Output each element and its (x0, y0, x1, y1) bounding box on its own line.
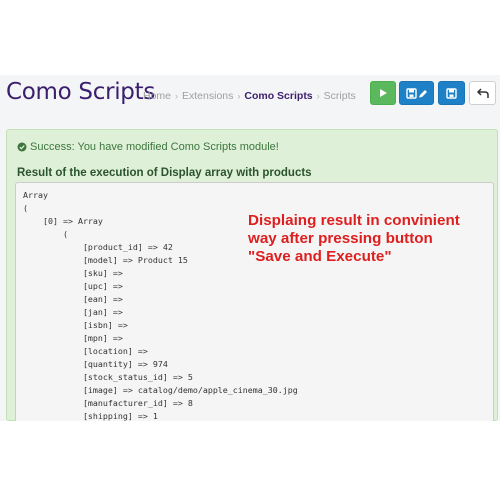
save-icon (446, 87, 457, 99)
back-arrow-icon (476, 87, 489, 98)
breadcrumb-home[interactable]: Home (143, 90, 171, 102)
code-line: [stock_status_id] => 5 (23, 372, 193, 382)
back-button[interactable] (469, 81, 496, 105)
success-message-text: Success: You have modified Como Scripts … (30, 141, 279, 153)
save-and-execute-button[interactable] (399, 81, 434, 105)
check-circle-icon (17, 142, 27, 152)
play-icon (380, 89, 387, 97)
code-line: [jan] => (23, 307, 123, 317)
save-button[interactable] (438, 81, 465, 105)
code-line: Array (23, 190, 48, 200)
annotation-line: "Save and Execute" (248, 248, 392, 265)
annotation-line: Displaing result in convinient (248, 212, 460, 229)
code-line: ( (23, 229, 68, 239)
code-line: [mpn] => (23, 333, 123, 343)
breadcrumb-separator: › (316, 91, 320, 101)
breadcrumb-extensions[interactable]: Extensions (182, 90, 233, 102)
code-line: [ean] => (23, 294, 123, 304)
annotation-line: way after pressing button (248, 230, 433, 247)
breadcrumb-como-scripts[interactable]: Como Scripts (244, 90, 312, 102)
annotation-callout: Displaing result in convinient way after… (248, 212, 498, 266)
code-line: [isbn] => (23, 320, 128, 330)
code-line: [model] => Product 15 (23, 255, 188, 265)
breadcrumb-separator: › (175, 91, 179, 101)
breadcrumb-scripts[interactable]: Scripts (324, 90, 356, 102)
breadcrumb-separator: › (237, 91, 241, 101)
code-line: [0] => Array (23, 216, 103, 226)
code-line: [shipping] => 1 (23, 411, 158, 421)
code-line: [manufacturer_id] => 8 (23, 398, 193, 408)
execute-button[interactable] (370, 81, 396, 105)
code-line: [sku] => (23, 268, 123, 278)
code-line: [upc] => (23, 281, 123, 291)
code-line: [location] => (23, 346, 148, 356)
code-line: [quantity] => 974 (23, 359, 168, 369)
breadcrumb: Home › Extensions › Como Scripts › Scripts (143, 90, 356, 102)
page-title: Como Scripts (6, 79, 156, 105)
code-line: [image] => catalog/demo/apple_cinema_30.… (23, 385, 298, 395)
code-line: ( (23, 203, 28, 213)
result-title: Result of the execution of Display array… (17, 167, 312, 179)
success-message: Success: You have modified Como Scripts … (17, 141, 279, 153)
code-line: [product_id] => 42 (23, 242, 173, 252)
save-edit-icon (405, 87, 427, 99)
